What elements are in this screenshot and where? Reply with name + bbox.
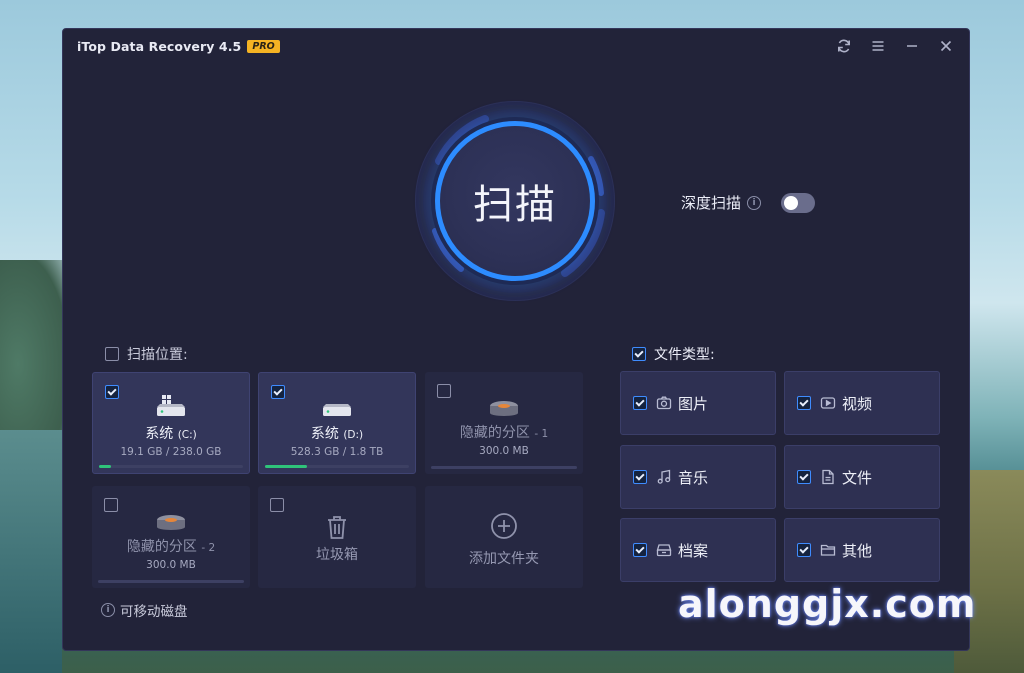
close-icon bbox=[940, 40, 952, 52]
file-type-name: 文件 bbox=[842, 468, 873, 487]
drive-usage-fill bbox=[265, 465, 307, 468]
add-folder-label: 添加文件夹 bbox=[469, 551, 539, 567]
drive-name-text: 系统 bbox=[310, 426, 339, 442]
drive-icon bbox=[323, 404, 351, 416]
drive-size: 300.0 MB bbox=[146, 559, 196, 571]
menu-icon bbox=[872, 41, 884, 51]
refresh-button[interactable] bbox=[827, 35, 861, 57]
title-bar[interactable]: iTop Data Recovery 4.5 PRO bbox=[63, 29, 969, 63]
drive-usage-bar bbox=[431, 466, 577, 469]
file-type-name: 音乐 bbox=[678, 468, 709, 487]
file-type-checkbox[interactable] bbox=[633, 396, 647, 410]
file-type-checkbox[interactable] bbox=[797, 543, 811, 557]
add-folder-card[interactable]: 添加文件夹 bbox=[425, 486, 583, 588]
music-icon bbox=[656, 469, 672, 485]
file-type-name: 图片 bbox=[678, 394, 709, 413]
drive-usage-fill bbox=[99, 465, 111, 468]
drive-card-d[interactable]: 系统 (D:) 528.3 GB / 1.8 TB bbox=[258, 372, 416, 474]
file-type-name: 档案 bbox=[678, 541, 709, 560]
scan-location-header[interactable]: 扫描位置: bbox=[105, 344, 188, 364]
trash-icon bbox=[328, 516, 346, 539]
drive-card-c[interactable]: 系统 (C:) 19.1 GB / 238.0 GB bbox=[92, 372, 250, 474]
deep-scan-toggle[interactable] bbox=[781, 192, 816, 213]
drive-checkbox[interactable] bbox=[105, 385, 119, 399]
drive-usage-bar bbox=[99, 465, 243, 468]
deep-scan-label: 深度扫描 bbox=[681, 194, 742, 212]
file-type-others[interactable]: 其他 bbox=[784, 518, 940, 582]
file-type-pictures[interactable]: 图片 bbox=[620, 371, 776, 435]
drive-suffix: - 2 bbox=[201, 542, 216, 554]
drive-checkbox[interactable] bbox=[271, 385, 285, 399]
refresh-icon bbox=[838, 39, 850, 53]
drive-name: 隐藏的分区 - 2 bbox=[92, 536, 250, 556]
close-button[interactable] bbox=[929, 35, 963, 57]
drive-size: 528.3 GB / 1.8 TB bbox=[290, 446, 384, 458]
drive-name-text: 隐藏的分区 bbox=[126, 539, 197, 555]
app-title: iTop Data Recovery 4.5 bbox=[77, 38, 242, 54]
info-icon[interactable]: i bbox=[747, 195, 762, 210]
archive-icon bbox=[656, 542, 672, 558]
hidden-partition-card-2[interactable]: 隐藏的分区 - 2 300.0 MB bbox=[92, 486, 250, 588]
minimize-button[interactable] bbox=[895, 35, 929, 57]
file-type-checkbox[interactable] bbox=[797, 396, 811, 410]
file-type-checkbox[interactable] bbox=[633, 470, 647, 484]
drive-usage-bar bbox=[265, 465, 409, 468]
pro-badge: PRO bbox=[247, 39, 280, 53]
drive-letter: (D:) bbox=[343, 429, 364, 441]
drive-checkbox[interactable] bbox=[104, 498, 118, 512]
toggle-knob bbox=[784, 195, 799, 210]
removable-disk-label: 可移动磁盘 bbox=[120, 604, 188, 620]
file-type-checkbox[interactable] bbox=[633, 543, 647, 557]
file-type-documents[interactable]: 文件 bbox=[784, 445, 940, 509]
plus-circle-icon bbox=[491, 513, 517, 539]
drive-suffix: - 1 bbox=[534, 428, 549, 440]
file-type-archives[interactable]: 档案 bbox=[620, 518, 776, 582]
drive-usage-bar bbox=[98, 580, 244, 583]
windows-drive-icon bbox=[157, 395, 185, 416]
document-icon bbox=[820, 469, 836, 485]
trash-checkbox[interactable] bbox=[270, 498, 284, 512]
file-type-music[interactable]: 音乐 bbox=[620, 445, 776, 509]
drive-letter: (C:) bbox=[177, 429, 197, 441]
drive-size: 19.1 GB / 238.0 GB bbox=[120, 446, 222, 458]
file-type-name: 其他 bbox=[842, 541, 873, 560]
info-icon: i bbox=[101, 603, 115, 617]
hidden-drive-icon bbox=[157, 515, 185, 530]
folder-icon bbox=[820, 542, 836, 558]
window-controls bbox=[827, 35, 963, 57]
drive-name: 隐藏的分区 - 1 bbox=[425, 422, 583, 442]
drive-size: 300.0 MB bbox=[479, 445, 529, 457]
file-type-checkbox[interactable] bbox=[632, 347, 646, 361]
background-water bbox=[0, 430, 62, 673]
watermark-text: alonggjx.com bbox=[678, 582, 977, 626]
drive-checkbox[interactable] bbox=[437, 384, 451, 398]
drive-name: 系统 (D:) bbox=[259, 423, 415, 443]
scan-location-label: 扫描位置: bbox=[127, 347, 188, 363]
file-type-videos[interactable]: 视频 bbox=[784, 371, 940, 435]
file-type-label: 文件类型: bbox=[654, 347, 715, 363]
scan-button-label: 扫描 bbox=[473, 182, 557, 228]
file-type-checkbox[interactable] bbox=[797, 470, 811, 484]
minimize-icon bbox=[907, 45, 917, 47]
removable-disk-link[interactable]: i 可移动磁盘 bbox=[101, 600, 188, 620]
app-window: iTop Data Recovery 4.5 PRO 扫描 深度扫描 i 扫描位… bbox=[62, 28, 970, 651]
drive-name-text: 系统 bbox=[145, 426, 174, 442]
file-type-header[interactable]: 文件类型: bbox=[632, 344, 715, 364]
drive-name: 系统 (C:) bbox=[93, 423, 249, 443]
drive-name-text: 隐藏的分区 bbox=[459, 425, 530, 441]
deep-scan-option: 深度扫描 i bbox=[681, 192, 816, 213]
trash-card[interactable]: 垃圾箱 bbox=[258, 486, 416, 588]
hidden-drive-icon bbox=[490, 401, 518, 416]
video-icon bbox=[820, 395, 836, 411]
scan-location-checkbox[interactable] bbox=[105, 347, 119, 361]
hidden-partition-card-1[interactable]: 隐藏的分区 - 1 300.0 MB bbox=[425, 372, 583, 474]
menu-button[interactable] bbox=[861, 35, 895, 57]
file-type-name: 视频 bbox=[842, 394, 873, 413]
scan-button[interactable]: 扫描 bbox=[435, 121, 595, 281]
camera-icon bbox=[656, 395, 672, 411]
trash-label: 垃圾箱 bbox=[316, 547, 358, 563]
